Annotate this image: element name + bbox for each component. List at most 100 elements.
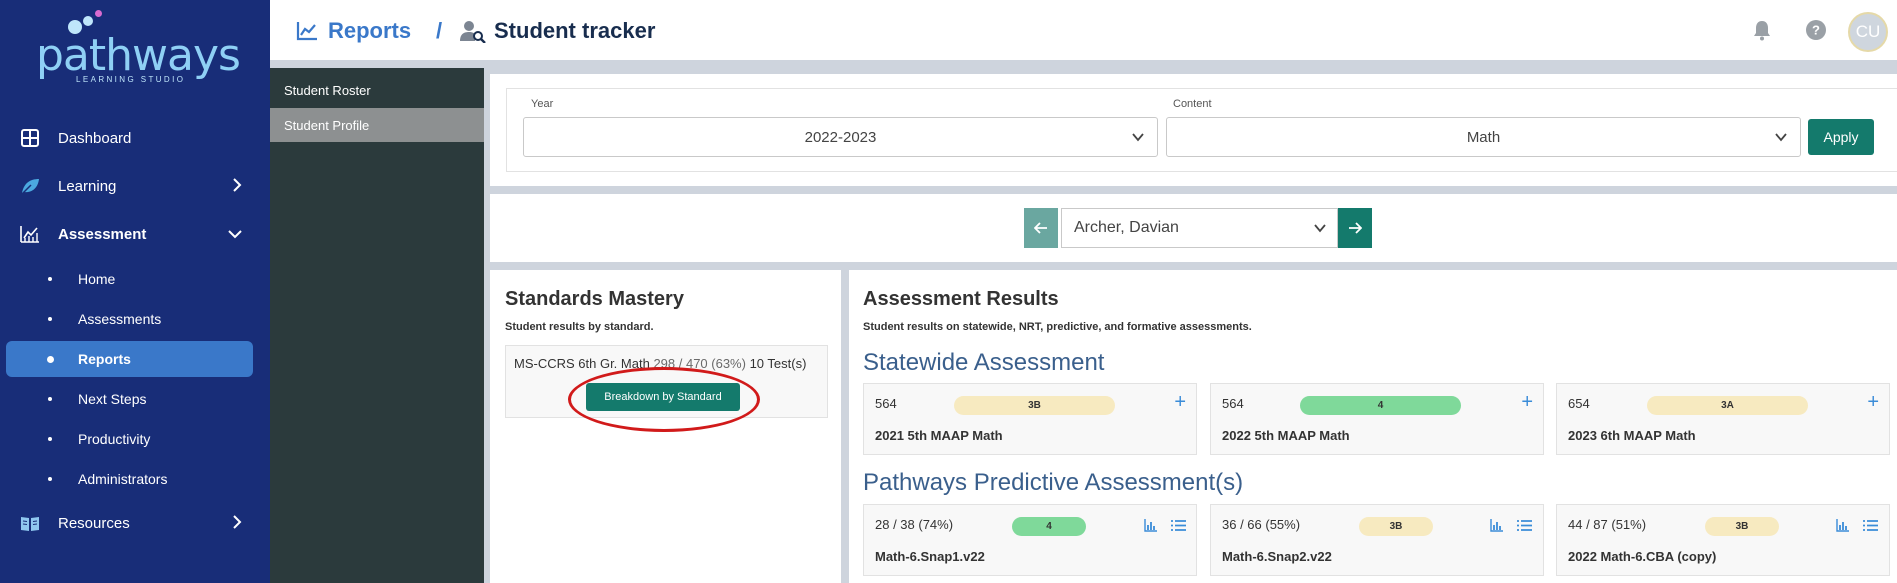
- bell-icon[interactable]: [1750, 18, 1774, 42]
- nav-assessment[interactable]: Assessment: [0, 214, 270, 254]
- nav-resources[interactable]: Resources: [0, 503, 270, 543]
- nav-dashboard[interactable]: Dashboard: [0, 118, 270, 158]
- predictive-card[interactable]: 44 / 87 (51%) 3B 2022 Math-6.CBA (copy): [1556, 504, 1890, 576]
- statewide-heading: Statewide Assessment: [863, 349, 1105, 376]
- nav-dashboard-label: Dashboard: [58, 129, 132, 147]
- page-title: Student tracker: [494, 18, 656, 43]
- performance-level-badge: 3B: [1359, 517, 1433, 536]
- nav-sub-home[interactable]: Home: [6, 261, 253, 297]
- nav-sub-assessments[interactable]: Assessments: [6, 301, 253, 337]
- nav-sub-home-label: Home: [78, 271, 116, 287]
- breakdown-by-standard-button[interactable]: Breakdown by Standard: [586, 383, 740, 411]
- svg-text:?: ?: [1812, 23, 1820, 38]
- performance-level-badge: 3B: [954, 396, 1115, 415]
- logo-tagline: LEARNING STUDIO: [76, 75, 186, 84]
- bullet-dot: [48, 397, 52, 401]
- nav-sub-productivity[interactable]: Productivity: [6, 421, 253, 457]
- list-icon[interactable]: [1862, 517, 1878, 533]
- avatar[interactable]: CU: [1848, 12, 1888, 52]
- result-name: 2021 5th MAAP Math: [875, 428, 1003, 443]
- standard-summary: MS-CCRS 6th Gr. Math 298 / 470 (63%) 10 …: [514, 356, 806, 371]
- student-select[interactable]: Archer, Davian: [1061, 208, 1338, 248]
- standard-tests: 10 Test(s): [749, 356, 807, 371]
- reports-subnav: Student Roster Student Profile: [270, 68, 484, 583]
- bar-chart-icon[interactable]: [1489, 517, 1505, 533]
- chart-line-icon: [296, 21, 318, 41]
- next-student-button[interactable]: [1338, 208, 1372, 248]
- previous-student-button[interactable]: [1024, 208, 1058, 248]
- subnav-student-profile[interactable]: Student Profile: [270, 108, 484, 142]
- statewide-card[interactable]: 564 3B + 2021 5th MAAP Math: [863, 383, 1197, 455]
- standards-mastery-subtitle: Student results by standard.: [505, 321, 654, 333]
- subnav-student-roster[interactable]: Student Roster: [270, 73, 484, 107]
- standard-name: MS-CCRS 6th Gr. Math: [514, 356, 650, 371]
- breadcrumb-current: Student tracker: [460, 18, 655, 44]
- result-score: 654: [1568, 396, 1590, 411]
- nav-learning[interactable]: Learning: [0, 166, 270, 206]
- content-select[interactable]: Math: [1166, 117, 1801, 157]
- student-select-value: Archer, Davian: [1074, 219, 1179, 236]
- top-header: Reports / Student tracker ? CU: [270, 0, 1897, 64]
- standard-score: 298 / 470 (63%): [653, 356, 746, 371]
- bar-chart-icon[interactable]: [1835, 517, 1851, 533]
- result-name: Math-6.Snap1.v22: [875, 549, 985, 564]
- sidebar: pathways LEARNING STUDIO Dashboard Learn…: [0, 0, 270, 583]
- bullet-dot: [47, 355, 54, 363]
- result-name: 2022 5th MAAP Math: [1222, 428, 1350, 443]
- result-score: 36 / 66 (55%): [1222, 517, 1301, 532]
- year-select-value: 2022-2023: [804, 128, 877, 146]
- standards-mastery-panel: [490, 270, 841, 583]
- plus-icon[interactable]: +: [1174, 392, 1186, 412]
- breadcrumb-reports[interactable]: Reports: [296, 18, 411, 44]
- nav-sub-reports[interactable]: Reports: [6, 341, 253, 377]
- breadcrumb-reports-label: Reports: [328, 18, 412, 43]
- bullet-dot: [48, 277, 52, 281]
- nav-sub-next-steps-label: Next Steps: [78, 391, 147, 407]
- breadcrumb-separator: /: [436, 18, 443, 43]
- bullet-dot: [48, 477, 52, 481]
- performance-level-badge: 4: [1300, 396, 1461, 415]
- year-select[interactable]: 2022-2023: [523, 117, 1158, 157]
- dashboard-icon: [20, 128, 40, 148]
- predictive-heading: Pathways Predictive Assessment(s): [863, 469, 1244, 496]
- logo-dot: [95, 10, 102, 17]
- chevron-down-icon: [1131, 130, 1145, 148]
- statewide-card[interactable]: 564 4 + 2022 5th MAAP Math: [1210, 383, 1544, 455]
- nav-sub-next-steps[interactable]: Next Steps: [6, 381, 253, 417]
- pathways-logo[interactable]: pathways LEARNING STUDIO: [34, 10, 241, 84]
- logo-wordmark: pathways: [36, 30, 241, 81]
- result-name: Math-6.Snap2.v22: [1222, 549, 1332, 564]
- plus-icon[interactable]: +: [1521, 392, 1533, 412]
- chevron-right-icon: [233, 177, 242, 195]
- chevron-right-icon: [233, 514, 242, 532]
- list-icon[interactable]: [1170, 517, 1186, 533]
- nav-assessment-label: Assessment: [58, 225, 147, 243]
- bullet-dot: [48, 317, 52, 321]
- predictive-card[interactable]: 28 / 38 (74%) 4 Math-6.Snap1.v22: [863, 504, 1197, 576]
- chevron-down-icon: [1313, 221, 1327, 240]
- nav-sub-assessments-label: Assessments: [78, 311, 162, 327]
- statewide-card[interactable]: 654 3A + 2023 6th MAAP Math: [1556, 383, 1890, 455]
- performance-level-badge: 3A: [1647, 396, 1808, 415]
- content-label: Content: [1173, 98, 1212, 110]
- bar-chart-icon[interactable]: [1143, 517, 1159, 533]
- predictive-card[interactable]: 36 / 66 (55%) 3B Math-6.Snap2.v22: [1210, 504, 1544, 576]
- year-label: Year: [531, 98, 554, 110]
- result-score: 564: [1222, 396, 1244, 411]
- nav-sub-reports-label: Reports: [78, 351, 131, 367]
- nav-sub-administrators[interactable]: Administrators: [6, 461, 253, 497]
- help-icon[interactable]: ?: [1804, 18, 1828, 42]
- plus-icon[interactable]: +: [1867, 392, 1879, 412]
- bullet-dot: [48, 437, 52, 441]
- book-icon: [20, 513, 40, 533]
- nav-sub-productivity-label: Productivity: [78, 431, 151, 447]
- content-select-value: Math: [1466, 128, 1501, 146]
- result-score: 44 / 87 (51%): [1568, 517, 1647, 532]
- apply-button[interactable]: Apply: [1808, 119, 1874, 155]
- assessment-chart-icon: [20, 224, 40, 244]
- chevron-down-icon: [1774, 130, 1788, 148]
- result-name: 2023 6th MAAP Math: [1568, 428, 1696, 443]
- list-icon[interactable]: [1516, 517, 1532, 533]
- assessment-results-subtitle: Student results on statewide, NRT, predi…: [863, 321, 1252, 333]
- nav-learning-label: Learning: [58, 177, 117, 195]
